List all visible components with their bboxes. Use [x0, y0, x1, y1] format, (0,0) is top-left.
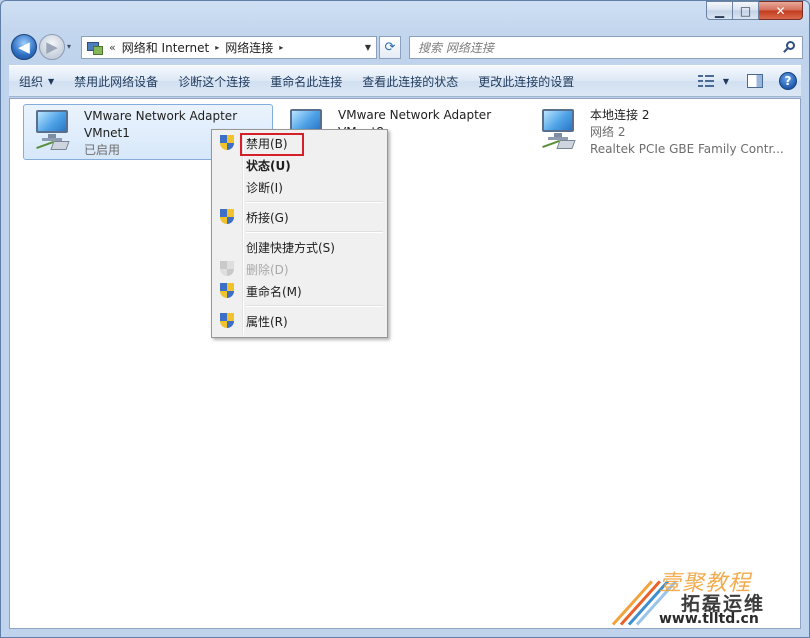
menu-separator — [246, 228, 385, 236]
menu-item-label: 创建快捷方式(S) — [246, 240, 335, 255]
caption-buttons: ▁ □ ✕ — [706, 1, 803, 20]
rename-button[interactable]: 重命名此连接 — [260, 69, 352, 93]
watermark: 壹聚教程 拓磊运维 www.tlltd.cn — [611, 561, 801, 631]
menu-item-label: 删除(D) — [246, 262, 289, 277]
menu-item-rename[interactable]: 重命名(M) — [214, 280, 385, 302]
change-settings-button[interactable]: 更改此连接的设置 — [468, 69, 584, 93]
organize-button[interactable]: 组织 ▼ — [9, 69, 64, 93]
menu-item-diagnose[interactable]: 诊断(I) — [214, 176, 385, 198]
command-bar-right: ▼ ? — [692, 69, 801, 93]
watermark-logo — [611, 567, 677, 626]
uac-shield-icon — [220, 209, 234, 225]
adapter-local-connection-2[interactable]: 本地连接 2 网络 2 Realtek PCIe GBE Family Cont… — [530, 104, 790, 160]
menu-item-status[interactable]: 状态(U) — [214, 154, 385, 176]
diagnose-button[interactable]: 诊断这个连接 — [168, 69, 260, 93]
adapter-network: 网络 2 — [590, 125, 626, 139]
adapter-name: VMware Network Adapter — [84, 109, 238, 123]
search-box[interactable] — [409, 36, 803, 59]
highlight-box — [240, 133, 304, 156]
uac-shield-icon — [220, 283, 234, 299]
menu-item-label: 诊断(I) — [246, 180, 283, 195]
address-dropdown-icon[interactable]: ▼ — [360, 43, 376, 52]
view-status-button[interactable]: 查看此连接的状态 — [352, 69, 468, 93]
help-icon[interactable]: ? — [779, 72, 797, 90]
chevron-down-icon: ▼ — [722, 76, 729, 86]
menu-item-bridge[interactable]: 桥接(G) — [214, 206, 385, 228]
connections-list: VMware Network Adapter VMnet1 已启用 VMware… — [9, 98, 801, 629]
control-panel-icon — [86, 40, 104, 56]
breadcrumb-network-connections[interactable]: 网络连接 — [225, 39, 273, 56]
menu-item-label: 状态(U) — [246, 158, 291, 173]
change-view-button[interactable]: ▼ — [692, 69, 735, 93]
back-button[interactable]: ◀ — [11, 34, 37, 60]
context-menu: 禁用(B) 状态(U) 诊断(I) 桥接(G) 创建快捷方式(S) 删除(D) … — [211, 129, 388, 338]
refresh-icon: ⟳ — [384, 40, 396, 55]
preview-pane-icon[interactable] — [747, 74, 763, 88]
network-adapter-icon — [32, 108, 74, 156]
explorer-window: ▁ □ ✕ ◀ ▶ ▾ « 网络和 Internet ▸ 网络连接 ▸ ▼ ⟳ … — [0, 0, 810, 638]
forward-button[interactable]: ▶ — [39, 34, 65, 60]
breadcrumb-network-internet[interactable]: 网络和 Internet — [122, 39, 209, 56]
menu-item-label: 桥接(G) — [246, 210, 289, 225]
recent-pages-dropdown[interactable]: ▾ — [67, 42, 71, 51]
chevron-down-icon: ▼ — [48, 76, 55, 86]
menu-separator — [246, 198, 385, 206]
uac-shield-icon — [220, 135, 234, 151]
views-icon — [697, 74, 714, 88]
maximize-button[interactable]: □ — [733, 1, 759, 20]
menu-item-create-shortcut[interactable]: 创建快捷方式(S) — [214, 236, 385, 258]
watermark-url: www.tlltd.cn — [659, 611, 759, 627]
menu-item-label: 重命名(M) — [246, 284, 302, 299]
adapter-name: VMware Network Adapter — [338, 108, 492, 122]
command-bar: 组织 ▼ 禁用此网络设备 诊断这个连接 重命名此连接 查看此连接的状态 更改此连… — [9, 65, 801, 97]
breadcrumb-overflow[interactable]: « — [109, 41, 116, 54]
breadcrumb-arrow-icon[interactable]: ▸ — [279, 43, 283, 52]
uac-shield-icon — [220, 261, 234, 277]
disable-device-button[interactable]: 禁用此网络设备 — [64, 69, 168, 93]
menu-item-properties[interactable]: 属性(R) — [214, 310, 385, 332]
uac-shield-icon — [220, 313, 234, 329]
organize-label: 组织 — [19, 74, 44, 89]
menu-item-disable[interactable]: 禁用(B) — [214, 132, 385, 156]
search-input[interactable] — [418, 40, 768, 55]
navigation-bar: ◀ ▶ ▾ « 网络和 Internet ▸ 网络连接 ▸ ▼ ⟳ — [9, 33, 803, 61]
menu-separator — [246, 302, 385, 310]
menu-item-label: 属性(R) — [246, 314, 288, 329]
refresh-button[interactable]: ⟳ — [379, 36, 401, 59]
network-adapter-icon — [538, 107, 580, 155]
adapter-device: Realtek PCIe GBE Family Contr... — [590, 142, 784, 156]
breadcrumb-arrow-icon[interactable]: ▸ — [215, 43, 219, 52]
close-button[interactable]: ✕ — [759, 1, 803, 20]
adapter-name: 本地连接 2 — [590, 108, 650, 122]
minimize-button[interactable]: ▁ — [706, 1, 733, 20]
address-bar[interactable]: « 网络和 Internet ▸ 网络连接 ▸ ▼ — [81, 36, 377, 59]
search-icon[interactable] — [782, 41, 796, 55]
menu-item-delete: 删除(D) — [214, 258, 385, 280]
adapter-details: 本地连接 2 网络 2 Realtek PCIe GBE Family Cont… — [590, 104, 784, 160]
